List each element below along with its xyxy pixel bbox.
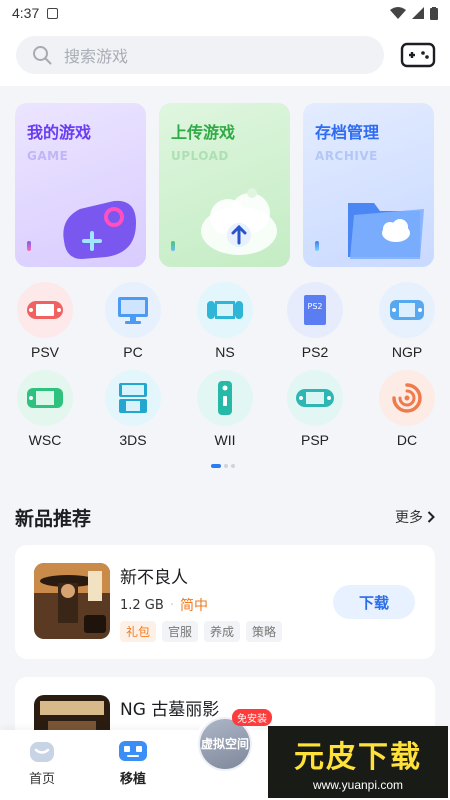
platform-dc[interactable]: DC: [362, 370, 450, 450]
search-icon: [33, 46, 52, 65]
card-archive[interactable]: 存档管理 ARCHIVE: [303, 103, 434, 267]
game-name: 新不良人: [120, 568, 188, 588]
platform-label: PC: [123, 344, 143, 360]
signal-icon: [412, 7, 424, 19]
install-free-badge: 免安装: [232, 709, 272, 726]
svg-text:PS2: PS2: [308, 302, 323, 311]
platform-label: PSP: [300, 432, 329, 448]
platform-ps2[interactable]: PS2 PS2: [270, 282, 360, 362]
watermark-title: 元皮下载: [294, 740, 422, 775]
battery-icon: [430, 6, 438, 20]
virtual-space-button[interactable]: 虚拟空间 免安装: [195, 709, 272, 774]
chevron-right-icon: [427, 511, 435, 523]
tag-gift: 礼包: [120, 621, 157, 642]
card-my-games[interactable]: 我的游戏 GAME: [15, 103, 146, 267]
wii-icon: [197, 370, 253, 426]
watermark-url: www.yuanpi.com: [312, 778, 404, 792]
gamepad-icon[interactable]: [400, 40, 436, 70]
game-cover: [34, 563, 110, 639]
download-button[interactable]: 下载: [333, 585, 415, 619]
platform-ns[interactable]: NS: [180, 282, 270, 362]
game-size: 1.2 GB: [120, 597, 164, 613]
card-title: 存档管理: [315, 123, 380, 142]
tag: 官服: [162, 621, 199, 642]
platform-label: NS: [215, 344, 235, 360]
cloud-upload-illustration-icon: [201, 188, 277, 255]
more-link[interactable]: 更多: [395, 507, 435, 527]
top-bar: 搜索游戏: [0, 26, 450, 86]
psv-icon: [17, 282, 73, 338]
platform-label: DC: [396, 432, 418, 448]
card-indicator: [27, 241, 31, 251]
section-header: 新品推荐 更多: [15, 504, 435, 530]
platform-ngp[interactable]: NGP: [362, 282, 450, 362]
port-icon: [119, 741, 147, 761]
dc-icon: [379, 370, 435, 426]
status-bar: 4:37: [0, 0, 450, 26]
3ds-icon: [105, 370, 161, 426]
card-indicator: [315, 241, 319, 251]
game-meta: 1.2 GB · 简中: [120, 595, 208, 615]
platform-pc[interactable]: PC: [88, 282, 178, 362]
status-time: 4:37: [12, 5, 40, 21]
site-watermark: 元皮下载 www.yuanpi.com: [268, 726, 448, 798]
tab-label: 首页: [28, 772, 55, 787]
search-bar[interactable]: 搜索游戏: [16, 36, 384, 74]
platform-wii[interactable]: WII: [180, 370, 270, 450]
card-indicator: [171, 241, 175, 251]
platform-label: PSV: [30, 344, 59, 360]
virtual-space-label: 虚拟空间: [200, 719, 250, 769]
monitor-icon: [105, 282, 161, 338]
tag: 养成: [204, 621, 241, 642]
psp-icon: [287, 370, 343, 426]
card-subtitle: ARCHIVE: [315, 149, 378, 163]
tag: 策略: [246, 621, 283, 642]
search-placeholder: 搜索游戏: [64, 47, 129, 66]
section-title: 新品推荐: [15, 507, 92, 530]
gamepad-illustration-icon: [63, 200, 137, 259]
platform-label: PS2: [301, 344, 329, 360]
card-upload-game[interactable]: 上传游戏 UPLOAD: [159, 103, 290, 267]
ps2-icon: PS2: [287, 282, 343, 338]
more-label: 更多: [395, 510, 423, 526]
switch-icon: [197, 282, 253, 338]
game-tags: 礼包 官服 养成 策略: [120, 621, 283, 642]
ngp-icon: [379, 282, 435, 338]
feature-cards: 我的游戏 GAME 上传游戏 UPLOAD 存档管理 ARCHIVE: [15, 103, 435, 268]
card-title: 我的游戏: [27, 123, 92, 142]
platform-label: NGP: [391, 344, 423, 360]
wifi-icon: [390, 7, 406, 19]
platform-psp[interactable]: PSP: [270, 370, 360, 450]
home-icon: [30, 742, 54, 762]
card-title: 上传游戏: [171, 123, 236, 142]
card-subtitle: GAME: [27, 149, 69, 163]
platform-label: 3DS: [119, 432, 147, 448]
platform-3ds[interactable]: 3DS: [88, 370, 178, 450]
notification-icon: [47, 7, 59, 19]
tab-port[interactable]: 移植: [98, 738, 168, 787]
tab-home[interactable]: 首页: [7, 738, 77, 787]
platform-label: WII: [214, 432, 236, 448]
platform-label: WSC: [28, 432, 62, 448]
game-name: NG 古墓丽影: [120, 700, 220, 720]
card-subtitle: UPLOAD: [171, 149, 229, 163]
platform-wsc[interactable]: WSC: [0, 370, 90, 450]
tab-label: 移植: [119, 772, 146, 787]
folder-cloud-illustration-icon: [348, 203, 424, 259]
game-card[interactable]: 新不良人 1.2 GB · 简中 礼包 官服 养成 策略 下载: [15, 545, 435, 659]
platform-psv[interactable]: PSV: [0, 282, 90, 362]
page-indicator: [211, 464, 235, 468]
wsc-icon: [17, 370, 73, 426]
game-language: 简中: [179, 598, 208, 614]
